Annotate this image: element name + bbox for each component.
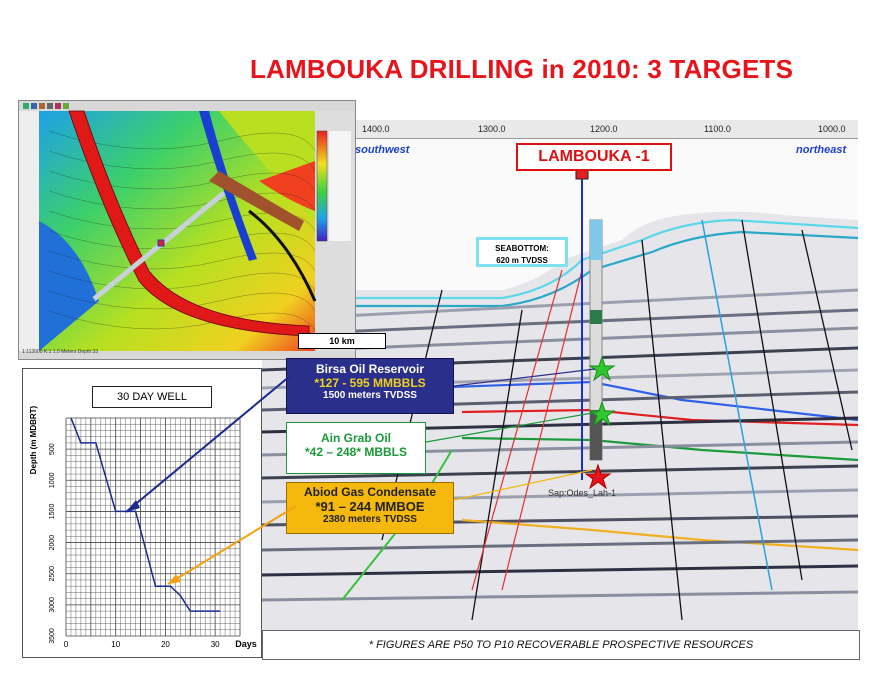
callout-connectors bbox=[125, 368, 599, 585]
footnote: * FIGURES ARE P50 TO P10 RECOVERABLE PRO… bbox=[262, 630, 860, 660]
